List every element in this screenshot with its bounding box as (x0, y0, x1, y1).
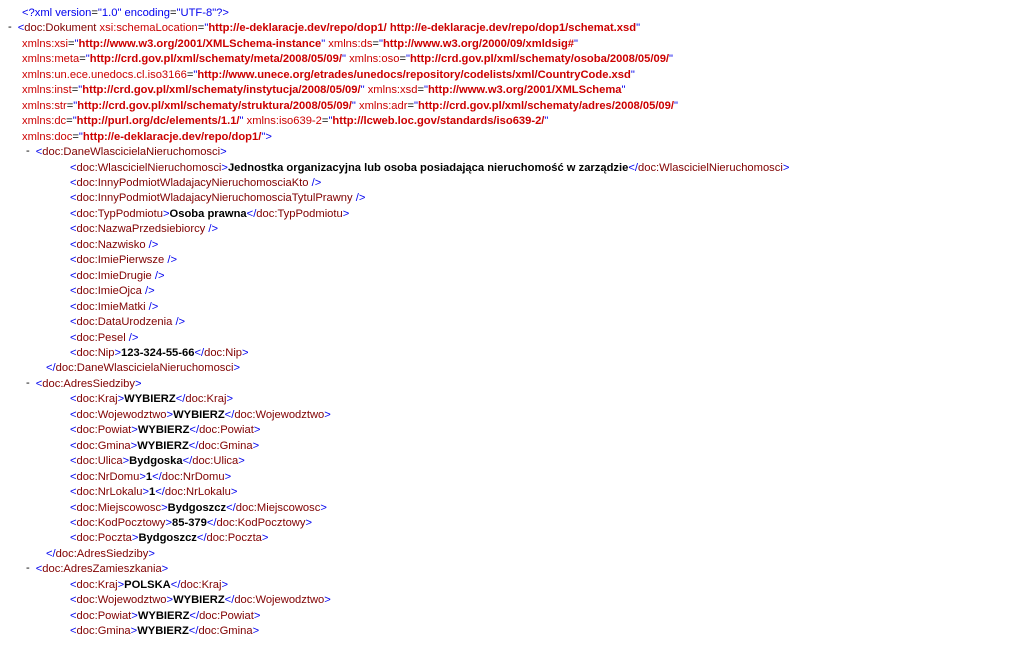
xml-element: <doc:KodPocztowy>85-379</doc:KodPocztowy… (8, 516, 1016, 531)
xml-element: <doc:Poczta>Bydgoszcz</doc:Poczta> (8, 531, 1016, 546)
xml-element: <doc:Kraj>POLSKA</doc:Kraj> (8, 578, 1016, 593)
xml-element: <doc:WlascicielNieruchomosci>Jednostka o… (8, 161, 1016, 176)
xml-element: <doc:NazwaPrzedsiebiorcy /> (8, 222, 1016, 237)
block-open[interactable]: -<doc:AdresZamieszkania> (8, 562, 1016, 577)
xml-element: <doc:ImieDrugie /> (8, 269, 1016, 284)
xml-element: <doc:Wojewodztwo>WYBIERZ</doc:Wojewodztw… (8, 408, 1016, 423)
xml-element: <doc:Miejscowosc>Bydgoszcz</doc:Miejscow… (8, 501, 1016, 516)
block-close: </doc:DaneWlascicielaNieruchomosci> (8, 361, 1016, 376)
root-attr-row: xmlns:doc="http://e-deklaracje.dev/repo/… (8, 130, 1016, 145)
root-attr-row: xmlns:un.ece.unedocs.cl.iso3166="http://… (8, 68, 1016, 83)
xml-element: <doc:NrDomu>1</doc:NrDomu> (8, 470, 1016, 485)
xml-element: <doc:Powiat>WYBIERZ</doc:Powiat> (8, 609, 1016, 624)
xml-element: <doc:Powiat>WYBIERZ</doc:Powiat> (8, 423, 1016, 438)
block-close: </doc:AdresSiedziby> (8, 547, 1016, 562)
xml-element: <doc:Gmina>WYBIERZ</doc:Gmina> (8, 439, 1016, 454)
xml-element: <doc:Ulica>Bydgoska</doc:Ulica> (8, 454, 1016, 469)
xml-source-view: <?xml version="1.0" encoding="UTF-8"?>-<… (8, 6, 1016, 640)
block-open[interactable]: -<doc:AdresSiedziby> (8, 377, 1016, 392)
xml-element: <doc:Wojewodztwo>WYBIERZ</doc:Wojewodztw… (8, 593, 1016, 608)
xml-element: <doc:Pesel /> (8, 331, 1016, 346)
xml-element: <doc:ImieOjca /> (8, 284, 1016, 299)
xml-element: <doc:ImiePierwsze /> (8, 253, 1016, 268)
root-attr-row: xmlns:xsi="http://www.w3.org/2001/XMLSch… (8, 37, 1016, 52)
root-open[interactable]: -<doc:Dokument xsi:schemaLocation="http:… (8, 21, 1016, 36)
xml-element: <doc:NrLokalu>1</doc:NrLokalu> (8, 485, 1016, 500)
root-attr-row: xmlns:dc="http://purl.org/dc/elements/1.… (8, 114, 1016, 129)
xml-element: <doc:DataUrodzenia /> (8, 315, 1016, 330)
root-attr-row: xmlns:meta="http://crd.gov.pl/xml/schema… (8, 52, 1016, 67)
root-attr-row: xmlns:str="http://crd.gov.pl/xml/schemat… (8, 99, 1016, 114)
xml-element: <doc:TypPodmiotu>Osoba prawna</doc:TypPo… (8, 207, 1016, 222)
xml-element: <doc:Kraj>WYBIERZ</doc:Kraj> (8, 392, 1016, 407)
xml-element: <doc:ImieMatki /> (8, 300, 1016, 315)
block-open[interactable]: -<doc:DaneWlascicielaNieruchomosci> (8, 145, 1016, 160)
xml-declaration: <?xml version="1.0" encoding="UTF-8"?> (8, 6, 1016, 21)
xml-element: <doc:InnyPodmiotWladajacyNieruchomosciaT… (8, 191, 1016, 206)
xml-element: <doc:InnyPodmiotWladajacyNieruchomosciaK… (8, 176, 1016, 191)
xml-element: <doc:Nazwisko /> (8, 238, 1016, 253)
root-attr-row: xmlns:inst="http://crd.gov.pl/xml/schema… (8, 83, 1016, 98)
xml-element: <doc:Nip>123-324-55-66</doc:Nip> (8, 346, 1016, 361)
